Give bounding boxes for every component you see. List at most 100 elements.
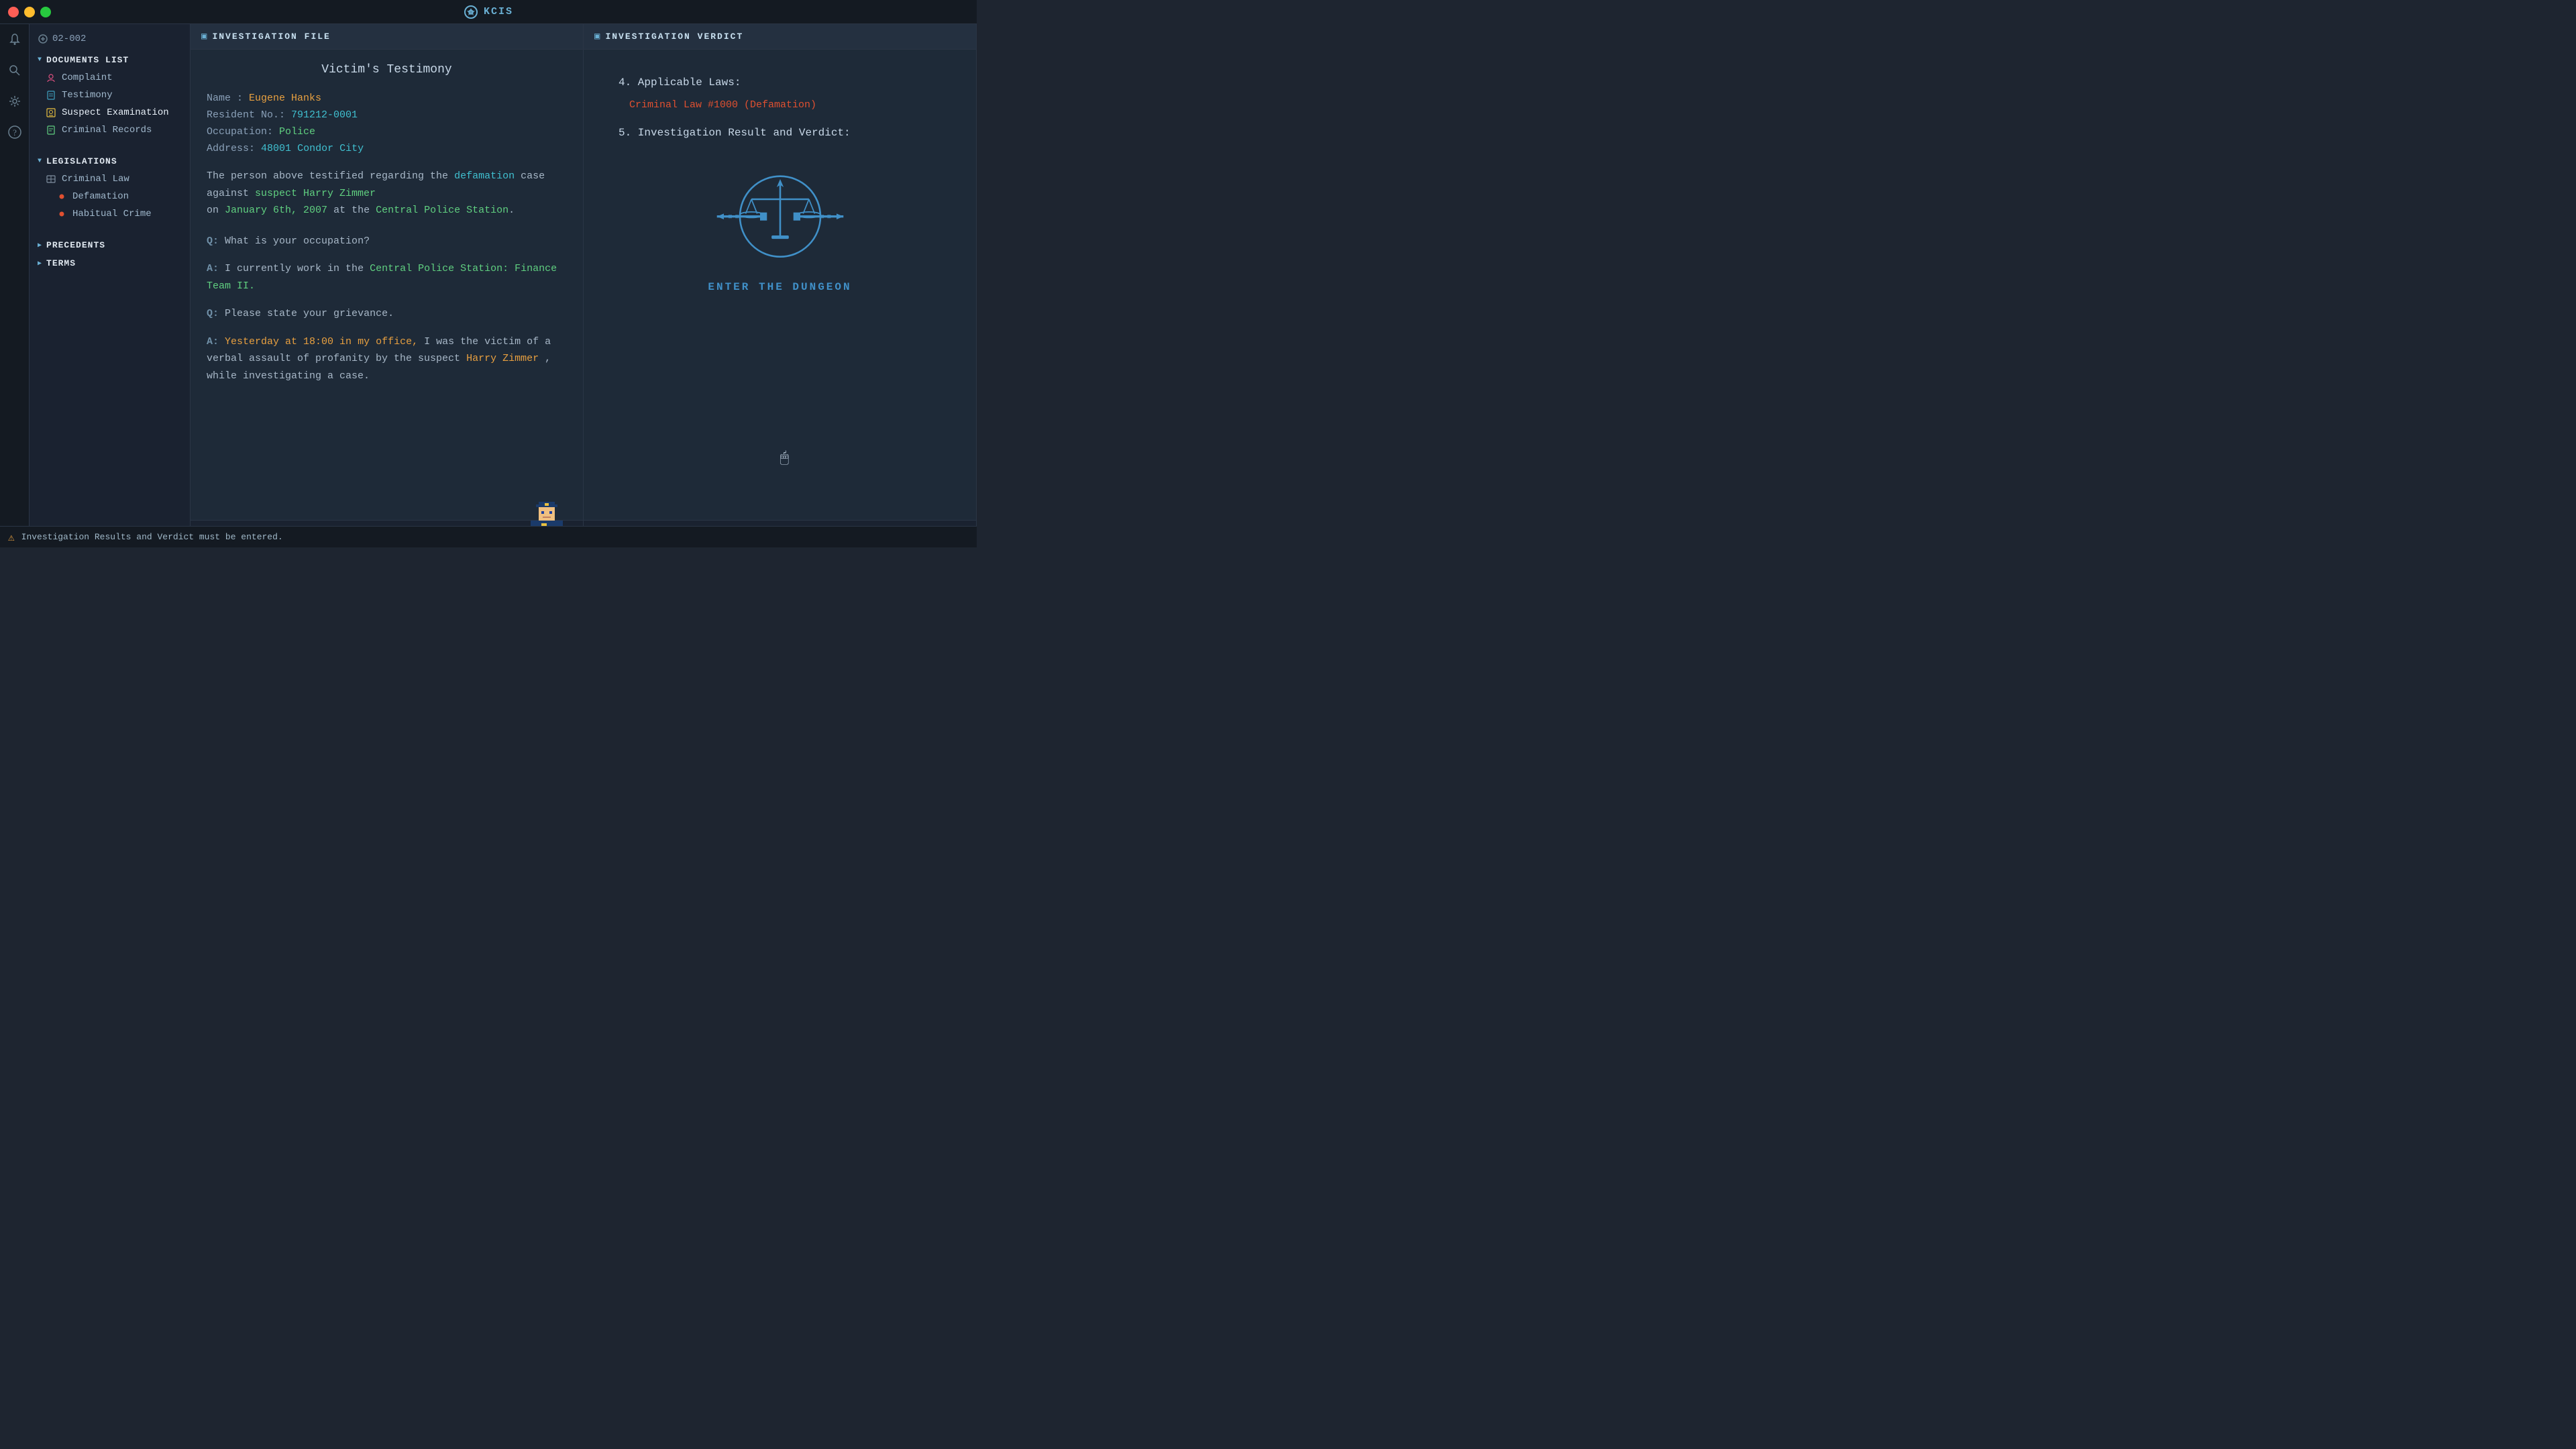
case-id-text: 02-002: [52, 34, 86, 44]
criminal-law-icon: [46, 174, 56, 184]
doc-title: Victim's Testimony: [207, 63, 567, 76]
defamation-icon: [56, 191, 67, 202]
documents-header-label: Documents List: [46, 55, 129, 65]
testimony-end: .: [508, 205, 515, 216]
verdict-panel-title: Investigation Verdict: [605, 32, 743, 42]
testimony-text1: The person above testified regarding the: [207, 170, 448, 182]
habitual-crime-icon: [56, 209, 67, 219]
window-controls: [8, 7, 51, 17]
a1-text: I currently work in the: [225, 263, 370, 274]
document-panels: ▣ Investigation File Victim's Testimony …: [191, 24, 977, 547]
verdict-panel-icon: ▣: [594, 31, 600, 42]
qa-item-2: A: I currently work in the Central Polic…: [207, 260, 567, 294]
occupation-value: Police: [279, 126, 315, 138]
testimony-body: The person above testified regarding the…: [207, 168, 567, 219]
investigation-file-panel: ▣ Investigation File Victim's Testimony …: [191, 24, 584, 547]
name-value: Eugene Hanks: [249, 93, 321, 104]
terms-header-label: Terms: [46, 258, 76, 268]
a2-highlight2: Harry Zimmer: [466, 353, 539, 364]
file-panel-title: Investigation File: [212, 32, 330, 42]
main-layout: ? 02-002 ▼ Documents List Complaint: [0, 24, 977, 547]
testimony-label: Testimony: [62, 90, 113, 101]
resident-label: Resident No.:: [207, 109, 285, 121]
qa-item-3: Q: Please state your grievance.: [207, 305, 567, 323]
complaint-label: Complaint: [62, 72, 113, 83]
dungeon-area[interactable]: Enter the Dungeon: [600, 152, 960, 307]
close-button[interactable]: [8, 7, 19, 17]
settings-icon[interactable]: [5, 91, 25, 111]
suspect-exam-label: Suspect Examination: [62, 107, 169, 118]
left-icon-strip: ?: [0, 24, 30, 547]
a2-highlight-orange: Yesterday at 18:00 in my office,: [225, 336, 418, 347]
sidebar-item-complaint[interactable]: Complaint: [30, 69, 190, 87]
legislations-header[interactable]: ▼ Legislations: [30, 152, 190, 170]
title-bar: KCIS: [0, 0, 977, 24]
case-id: 02-002: [30, 30, 190, 51]
notification-icon[interactable]: [5, 30, 25, 50]
help-icon[interactable]: ?: [5, 122, 25, 142]
maximize-button[interactable]: [40, 7, 51, 17]
verdict-section5-title: 5. Investigation Result and Verdict:: [619, 127, 941, 139]
occupation-label: Occupation:: [207, 126, 273, 138]
investigation-file-header: ▣ Investigation File: [191, 24, 583, 50]
verdict-section4-title: 4. Applicable Laws:: [619, 76, 941, 89]
address-field: Address: 48001 Condor City: [207, 143, 567, 154]
criminal-records-label: Criminal Records: [62, 125, 152, 136]
sidebar-item-testimony[interactable]: Testimony: [30, 87, 190, 104]
address-label: Address:: [207, 143, 255, 154]
sidebar: 02-002 ▼ Documents List Complaint Testim…: [30, 24, 191, 547]
investigation-verdict-panel: ▣ Investigation Verdict 4. Applicable La…: [584, 24, 977, 547]
documents-list-header[interactable]: ▼ Documents List: [30, 51, 190, 69]
file-panel-icon: ▣: [201, 31, 207, 42]
occupation-field: Occupation: Police: [207, 126, 567, 138]
sidebar-item-criminal-records[interactable]: Criminal Records: [30, 121, 190, 139]
sidebar-item-criminal-law[interactable]: Criminal Law: [30, 170, 190, 188]
terms-arrow-icon: ▶: [38, 260, 42, 268]
name-label: Name :: [207, 93, 243, 104]
testimony-icon: [46, 90, 56, 101]
qa-item-1: Q: What is your occupation?: [207, 233, 567, 250]
terms-header[interactable]: ▶ Terms: [30, 254, 190, 272]
verdict-section-4: 4. Applicable Laws: Criminal Law #1000 (…: [600, 63, 960, 152]
documents-arrow-icon: ▼: [38, 56, 42, 64]
a1-label: A:: [207, 263, 219, 274]
dungeon-text: Enter the Dungeon: [708, 281, 851, 293]
minimize-button[interactable]: [24, 7, 35, 17]
dungeon-image: [700, 166, 861, 273]
sidebar-item-suspect-examination[interactable]: Suspect Examination: [30, 104, 190, 121]
q1-text: What is your occupation?: [225, 235, 370, 247]
resident-field: Resident No.: 791212-0001: [207, 109, 567, 121]
sidebar-item-habitual-crime[interactable]: Habitual Crime: [30, 205, 190, 223]
testimony-hl2: suspect Harry Zimmer: [255, 188, 376, 199]
legislations-header-label: Legislations: [46, 156, 117, 166]
habitual-crime-label: Habitual Crime: [72, 209, 152, 219]
precedents-arrow-icon: ▶: [38, 241, 42, 250]
verdict-applicable-law: Criminal Law #1000 (Defamation): [619, 99, 941, 111]
complaint-icon: [46, 72, 56, 83]
address-value1: 48001: [261, 143, 291, 154]
a2-label: A:: [207, 336, 219, 347]
q1-label: Q:: [207, 235, 219, 247]
precedents-header-label: Precedents: [46, 240, 105, 250]
status-warning-icon: ⚠: [8, 531, 15, 544]
testimony-hl4: Central Police Station: [376, 205, 508, 216]
resident-value: 791212-0001: [291, 109, 358, 121]
q2-text: Please state your grievance.: [225, 308, 394, 319]
verdict-panel-header: ▣ Investigation Verdict: [584, 24, 976, 50]
search-icon[interactable]: [5, 60, 25, 80]
status-message: Investigation Results and Verdict must b…: [21, 532, 283, 542]
svg-text:?: ?: [13, 127, 17, 138]
qa-section: Q: What is your occupation? A: I current…: [207, 233, 567, 385]
app-title: KCIS: [464, 5, 513, 19]
verdict-panel-content: 4. Applicable Laws: Criminal Law #1000 (…: [584, 50, 976, 520]
sidebar-item-defamation[interactable]: Defamation: [30, 188, 190, 205]
criminal-law-label: Criminal Law: [62, 174, 129, 184]
legislations-arrow-icon: ▼: [38, 158, 42, 165]
dungeon-logo: Enter the Dungeon: [700, 166, 861, 293]
address-value2: Condor City: [297, 143, 364, 154]
defamation-label: Defamation: [72, 191, 129, 202]
precedents-header[interactable]: ▶ Precedents: [30, 236, 190, 254]
testimony-hl1: defamation: [454, 170, 515, 182]
name-field: Name : Eugene Hanks: [207, 93, 567, 104]
criminal-records-icon: [46, 125, 56, 136]
